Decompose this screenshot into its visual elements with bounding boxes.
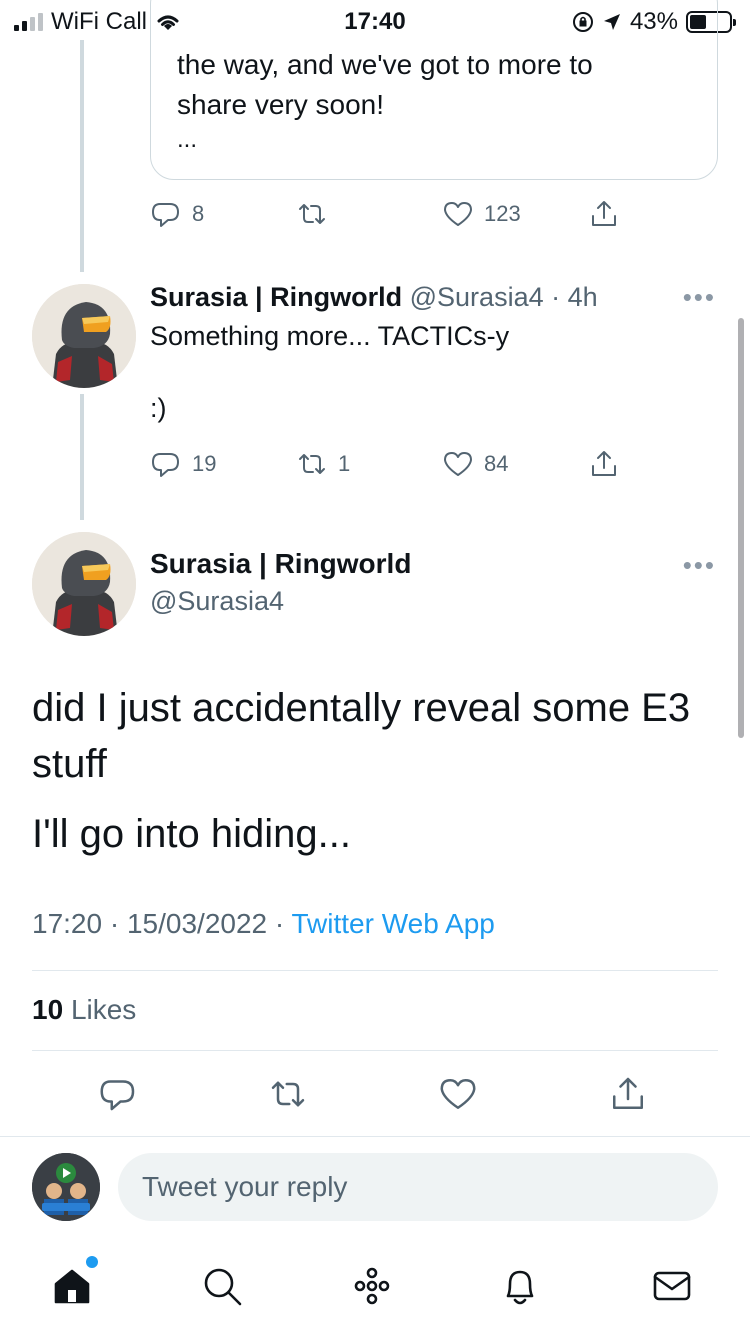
author-name[interactable]: Surasia | Ringworld: [150, 548, 411, 580]
likes-count: 10: [32, 994, 64, 1025]
reply-count: 19: [192, 451, 217, 476]
divider: [32, 1050, 718, 1051]
author-name[interactable]: Surasia | Ringworld: [150, 282, 402, 312]
likes-summary[interactable]: 10 Likes: [32, 994, 136, 1026]
divider: [32, 970, 718, 971]
like-button[interactable]: 84: [442, 444, 508, 484]
retweet-button[interactable]: 1: [296, 444, 350, 484]
tweet-text-line: I'll go into hiding...: [32, 812, 351, 856]
reply-icon: [152, 453, 179, 477]
avatar[interactable]: [32, 532, 136, 636]
tweet-header: Surasia | Ringworld @Surasia4 · 4h: [150, 282, 598, 313]
author-handle[interactable]: @Surasia4: [150, 586, 284, 617]
thread-connector: [80, 40, 84, 272]
like-button[interactable]: 123: [442, 194, 521, 234]
heart-icon: [444, 202, 472, 226]
more-options-button[interactable]: •••: [683, 282, 716, 313]
bottom-tab-bar: [0, 1236, 750, 1334]
share-button[interactable]: [608, 1074, 652, 1118]
mail-icon: [653, 1271, 691, 1301]
heart-icon: [444, 452, 472, 476]
bell-icon: [506, 1270, 534, 1305]
tweet-age: · 4h: [551, 282, 598, 312]
quoted-tweet-ellipsis: ...: [177, 126, 198, 153]
tab-messages[interactable]: [650, 1264, 698, 1312]
retweet-count: 1: [338, 451, 351, 476]
tweet-meta: 17:20 · 15/03/2022 · Twitter Web App: [32, 908, 495, 939]
share-icon: [592, 451, 616, 476]
tweet-source-link[interactable]: Twitter Web App: [292, 908, 495, 939]
reply-icon: [100, 1080, 135, 1111]
avatar[interactable]: [32, 284, 136, 388]
tab-home[interactable]: [50, 1264, 98, 1312]
like-button[interactable]: [438, 1074, 482, 1118]
tweet-date: 15/03/2022: [126, 908, 268, 939]
likes-label: Likes: [70, 994, 137, 1025]
thread-connector: [80, 394, 84, 520]
share-icon: [613, 1077, 643, 1109]
share-button[interactable]: [588, 194, 620, 234]
retweet-icon: [299, 454, 325, 474]
main-tweet-actions: [0, 1074, 750, 1118]
scrollbar[interactable]: [738, 318, 744, 738]
like-count: 123: [484, 201, 521, 226]
reply-input[interactable]: Tweet your reply: [118, 1153, 718, 1221]
retweet-icon: [299, 204, 325, 224]
tweet-actions: 8 123: [150, 194, 630, 234]
reply-count: 8: [192, 201, 205, 226]
more-options-button[interactable]: •••: [683, 550, 716, 581]
reply-button[interactable]: 19: [150, 444, 216, 484]
author-handle[interactable]: @Surasia4: [410, 282, 544, 312]
reply-button[interactable]: 8: [150, 194, 204, 234]
home-unread-dot: [86, 1256, 98, 1268]
heart-icon: [440, 1079, 476, 1109]
retweet-icon: [271, 1081, 305, 1107]
retweet-button[interactable]: [268, 1074, 312, 1118]
helmet-avatar-icon: [32, 284, 136, 388]
tab-spaces[interactable]: [350, 1264, 398, 1312]
helmet-avatar-icon: [32, 532, 136, 636]
user-avatar[interactable]: [32, 1153, 100, 1221]
tweet-body: did I just accidentally reveal some E3 s…: [32, 680, 712, 876]
like-count: 84: [484, 451, 509, 476]
quoted-tweet-text: the way, and we've got to more to share …: [177, 49, 593, 120]
retweet-button[interactable]: [296, 194, 338, 234]
tweet-time: 17:20: [32, 908, 103, 939]
share-icon: [592, 201, 616, 226]
reply-button[interactable]: [98, 1074, 142, 1118]
tab-search[interactable]: [200, 1264, 248, 1312]
podcast-logo-icon: [32, 1153, 100, 1221]
tweet-text-line: did I just accidentally reveal some E3 s…: [32, 686, 691, 786]
tweet-text: Something more... TACTICs-y :): [150, 321, 510, 423]
share-button[interactable]: [588, 444, 620, 484]
spaces-icon: [354, 1267, 390, 1305]
tweet-actions: 19 1 84: [150, 444, 630, 484]
reply-icon: [152, 203, 179, 227]
tab-notifications[interactable]: [498, 1264, 546, 1312]
quoted-tweet-card[interactable]: the way, and we've got to more to share …: [150, 0, 718, 180]
search-icon: [204, 1268, 242, 1306]
home-icon: [54, 1269, 90, 1304]
reply-bar: Tweet your reply: [0, 1136, 750, 1236]
